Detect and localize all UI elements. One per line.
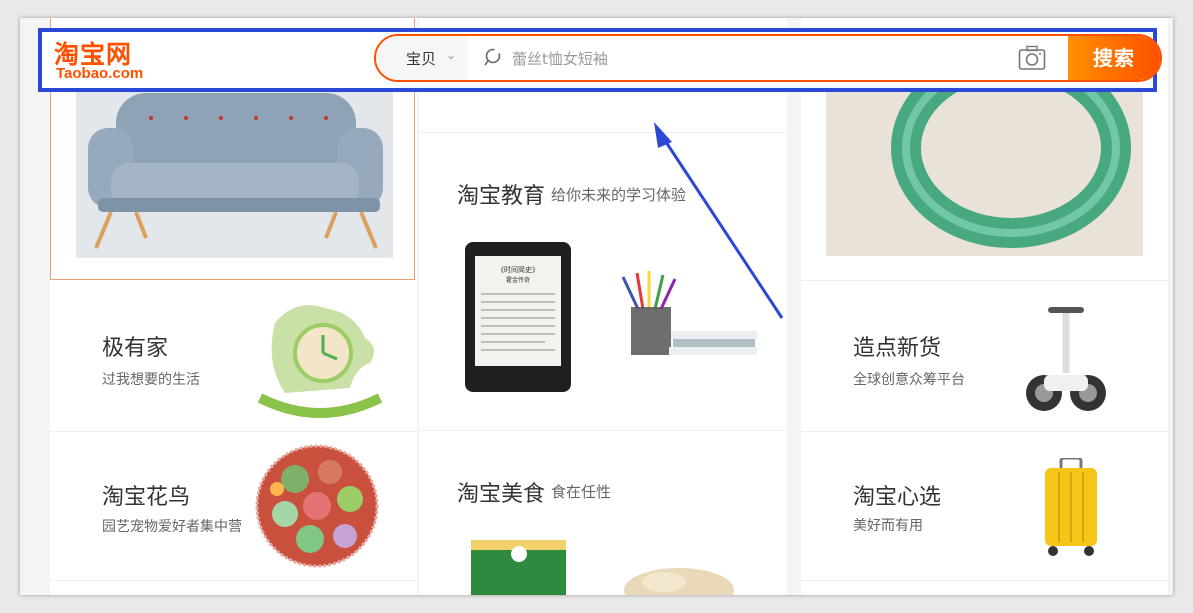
ebook-subtitle: 霍金传奇 <box>506 276 530 284</box>
pencil-cup-image <box>621 271 757 355</box>
search-header-highlight: 淘宝网 Taobao.com 宝贝 ⌄ 蕾丝t恤女短袖 搜索 <box>38 28 1162 92</box>
search-placeholder: 蕾丝t恤女短袖 <box>512 50 608 68</box>
food-title: 淘宝美食 <box>457 482 546 507</box>
jiyoujia-card[interactable]: 极有家 过我想要的生活 <box>50 283 417 432</box>
camera-icon[interactable] <box>1018 45 1046 71</box>
right-column: 造点新货 全球创意众筹平台 淘宝心选 美好而有用 <box>801 18 1168 595</box>
taobao-logo[interactable]: 淘宝网 Taobao.com <box>54 35 174 87</box>
xinxuan-subtitle: 美好而有用 <box>853 518 923 534</box>
jiyoujia-subtitle: 过我想要的生活 <box>102 372 200 388</box>
ebook-reader-image: 《时间简史》 霍金传奇 <box>465 242 571 392</box>
ebook-title: 《时间简史》 <box>497 265 539 274</box>
food-subtitle: 食在任性 <box>551 483 612 501</box>
yellow-suitcase-image <box>1045 458 1097 556</box>
education-title: 淘宝教育 <box>457 184 546 209</box>
search-icon <box>484 48 501 66</box>
rice-bag-image <box>471 540 566 595</box>
search-scope-label: 宝贝 <box>406 50 437 68</box>
huaniao-subtitle: 园艺宠物爱好者集中营 <box>102 519 242 535</box>
food-card[interactable]: 淘宝美食 食在任性 <box>419 432 787 595</box>
xinxuan-title: 淘宝心选 <box>853 485 942 510</box>
search-button[interactable]: 搜索 <box>1068 36 1160 80</box>
huaniao-title: 淘宝花鸟 <box>102 485 191 510</box>
sofa-image <box>76 88 393 258</box>
jiyoujia-title: 极有家 <box>102 336 169 361</box>
left-column: 极有家 过我想要的生活 淘宝花鸟 园艺宠物爱好者集中营 <box>50 18 417 595</box>
zaodian-title: 造点新货 <box>853 336 942 361</box>
huaniao-card[interactable]: 淘宝花鸟 园艺宠物爱好者集中营 <box>50 432 417 581</box>
jade-bracelet-image <box>826 88 1143 256</box>
education-card[interactable]: 淘宝教育 给你未来的学习体验 《时间简史》 霍金传奇 <box>419 134 787 431</box>
search-bar: 宝贝 ⌄ 蕾丝t恤女短袖 搜索 <box>374 34 1162 82</box>
succulents-image <box>255 444 379 568</box>
self-balancing-scooter-image <box>1026 307 1106 411</box>
rocking-horse-clock-image <box>257 305 383 418</box>
zaodian-card[interactable]: 造点新货 全球创意众筹平台 <box>801 283 1168 432</box>
middle-column: 淘宝教育 给你未来的学习体验 《时间简史》 霍金传奇 淘宝美食 食在任性 <box>419 18 787 595</box>
chevron-down-icon: ⌄ <box>446 48 457 62</box>
xinxuan-card[interactable]: 淘宝心选 美好而有用 <box>801 432 1168 581</box>
search-scope-dropdown[interactable]: 宝贝 ⌄ <box>376 36 468 80</box>
search-input[interactable]: 蕾丝t恤女短袖 <box>472 36 1052 80</box>
logo-en: Taobao.com <box>56 65 144 82</box>
snack-image <box>624 568 734 595</box>
zaodian-subtitle: 全球创意众筹平台 <box>853 372 965 388</box>
page-frame: 极有家 过我想要的生活 淘宝花鸟 园艺宠物爱好者集中营 淘宝教育 给你未来的学习… <box>20 18 1173 595</box>
education-subtitle: 给你未来的学习体验 <box>551 186 687 204</box>
